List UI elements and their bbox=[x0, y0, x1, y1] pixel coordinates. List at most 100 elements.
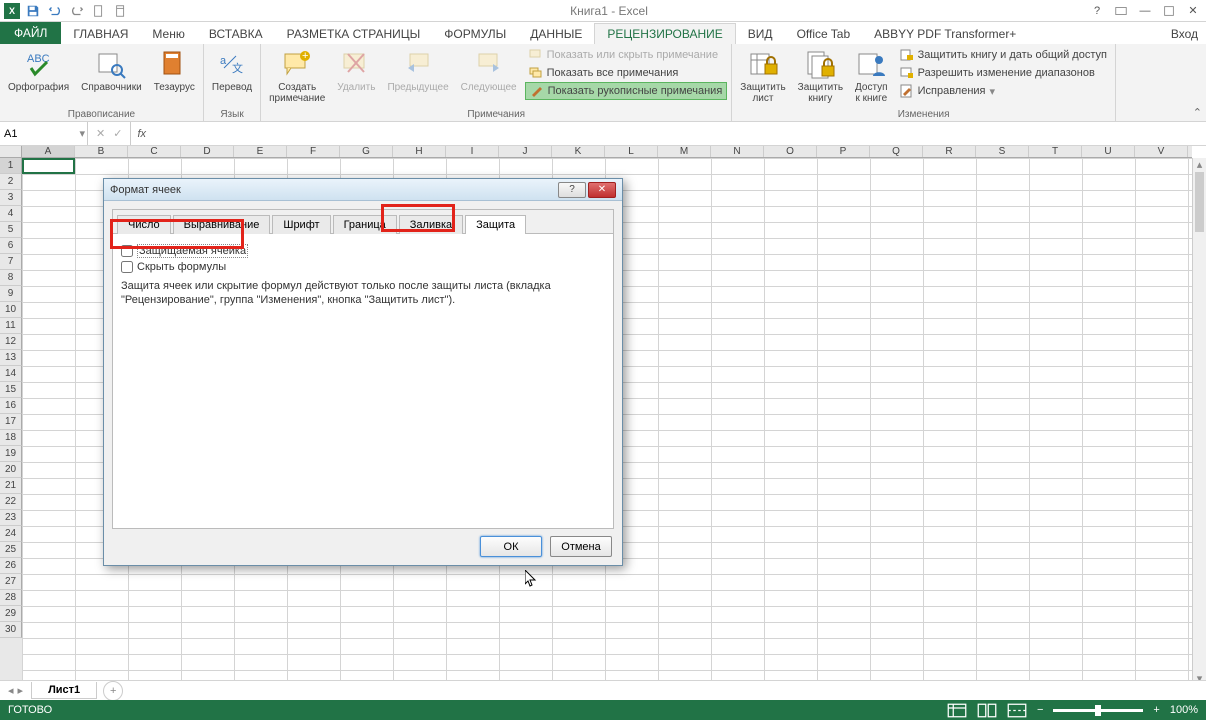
normal-view-icon[interactable] bbox=[947, 702, 967, 718]
protect-workbook-button[interactable]: Защитить книгу bbox=[794, 46, 847, 106]
column-header[interactable]: N bbox=[711, 146, 764, 157]
protect-and-share-button[interactable]: Защитить книгу и дать общий доступ bbox=[896, 46, 1111, 64]
tab-view[interactable]: ВИД bbox=[736, 24, 785, 44]
row-header[interactable]: 18 bbox=[0, 430, 22, 446]
zoom-level[interactable]: 100% bbox=[1170, 704, 1198, 716]
qat-redo-icon[interactable] bbox=[68, 2, 86, 20]
maximize-icon[interactable] bbox=[1160, 2, 1178, 20]
dialog-tab-alignment[interactable]: Выравнивание bbox=[173, 215, 271, 234]
column-header[interactable]: I bbox=[446, 146, 499, 157]
tab-page-layout[interactable]: РАЗМЕТКА СТРАНИЦЫ bbox=[275, 24, 433, 44]
prev-comment-button[interactable]: Предыдущее bbox=[383, 46, 452, 95]
close-icon[interactable]: ✕ bbox=[1184, 2, 1202, 20]
scroll-up-icon[interactable]: ▴ bbox=[1193, 158, 1206, 172]
row-header[interactable]: 6 bbox=[0, 238, 22, 254]
row-header[interactable]: 8 bbox=[0, 270, 22, 286]
column-header[interactable]: J bbox=[499, 146, 552, 157]
row-header[interactable]: 2 bbox=[0, 174, 22, 190]
row-header[interactable]: 13 bbox=[0, 350, 22, 366]
enter-formula-icon[interactable]: ✓ bbox=[113, 127, 122, 140]
locked-checkbox[interactable] bbox=[121, 245, 133, 257]
dialog-tab-number[interactable]: Число bbox=[117, 215, 171, 234]
vscroll-thumb[interactable] bbox=[1195, 172, 1204, 232]
show-hide-comment-button[interactable]: Показать или скрыть примечание bbox=[525, 46, 728, 64]
column-header[interactable]: C bbox=[128, 146, 181, 157]
tab-office-tab[interactable]: Office Tab bbox=[785, 24, 863, 44]
research-button[interactable]: Справочники bbox=[77, 46, 146, 95]
zoom-out-button[interactable]: − bbox=[1037, 704, 1043, 716]
hidden-checkbox[interactable] bbox=[121, 261, 133, 273]
protect-sheet-button[interactable]: Защитить лист bbox=[736, 46, 789, 106]
show-all-comments-button[interactable]: Показать все примечания bbox=[525, 64, 728, 82]
column-header[interactable]: Q bbox=[870, 146, 923, 157]
spelling-button[interactable]: ABC Орфография bbox=[4, 46, 73, 95]
share-workbook-button[interactable]: Доступ к книге bbox=[851, 46, 892, 106]
qat-save-icon[interactable] bbox=[24, 2, 42, 20]
row-header[interactable]: 28 bbox=[0, 590, 22, 606]
sheet-nav-next-icon[interactable]: ▸ bbox=[18, 684, 24, 697]
column-header[interactable]: R bbox=[923, 146, 976, 157]
thesaurus-button[interactable]: Тезаурус bbox=[150, 46, 199, 95]
dialog-tab-protection[interactable]: Защита bbox=[465, 215, 526, 234]
tab-abbyy[interactable]: ABBYY PDF Transformer+ bbox=[862, 24, 1028, 44]
formula-input[interactable] bbox=[152, 122, 1206, 145]
column-header[interactable]: M bbox=[658, 146, 711, 157]
track-changes-button[interactable]: Исправления ▾ bbox=[896, 82, 1111, 100]
column-header[interactable]: D bbox=[181, 146, 234, 157]
ok-button[interactable]: ОК bbox=[480, 536, 542, 557]
row-header[interactable]: 12 bbox=[0, 334, 22, 350]
column-header[interactable]: U bbox=[1082, 146, 1135, 157]
row-header[interactable]: 9 bbox=[0, 286, 22, 302]
row-header[interactable]: 10 bbox=[0, 302, 22, 318]
row-header[interactable]: 27 bbox=[0, 574, 22, 590]
cancel-button[interactable]: Отмена bbox=[550, 536, 612, 557]
tab-review[interactable]: РЕЦЕНЗИРОВАНИЕ bbox=[594, 23, 735, 44]
column-header[interactable]: O bbox=[764, 146, 817, 157]
vertical-scrollbar[interactable]: ▴ ▾ bbox=[1192, 158, 1206, 686]
row-header[interactable]: 11 bbox=[0, 318, 22, 334]
row-header[interactable]: 23 bbox=[0, 510, 22, 526]
column-header[interactable]: S bbox=[976, 146, 1029, 157]
qat-new-icon[interactable] bbox=[90, 2, 108, 20]
column-header[interactable]: H bbox=[393, 146, 446, 157]
column-header[interactable]: F bbox=[287, 146, 340, 157]
column-headers[interactable]: ABCDEFGHIJKLMNOPQRSTUV bbox=[22, 146, 1192, 158]
column-header[interactable]: B bbox=[75, 146, 128, 157]
column-header[interactable]: P bbox=[817, 146, 870, 157]
zoom-in-button[interactable]: + bbox=[1153, 704, 1159, 716]
minimize-icon[interactable]: — bbox=[1136, 2, 1154, 20]
row-header[interactable]: 20 bbox=[0, 462, 22, 478]
tab-menu[interactable]: Меню bbox=[140, 24, 196, 44]
tab-insert[interactable]: ВСТАВКА bbox=[197, 24, 275, 44]
cancel-formula-icon[interactable]: ✕ bbox=[96, 127, 105, 140]
row-header[interactable]: 3 bbox=[0, 190, 22, 206]
column-header[interactable]: K bbox=[552, 146, 605, 157]
new-comment-button[interactable]: + Создать примечание bbox=[265, 46, 329, 106]
name-box-input[interactable] bbox=[4, 128, 64, 140]
row-header[interactable]: 29 bbox=[0, 606, 22, 622]
row-header[interactable]: 22 bbox=[0, 494, 22, 510]
sign-in-link[interactable]: Вход bbox=[1163, 24, 1206, 44]
column-header[interactable]: L bbox=[605, 146, 658, 157]
tab-home[interactable]: ГЛАВНАЯ bbox=[61, 24, 140, 44]
row-header[interactable]: 1 bbox=[0, 158, 22, 174]
column-header[interactable]: E bbox=[234, 146, 287, 157]
row-header[interactable]: 4 bbox=[0, 206, 22, 222]
row-header[interactable]: 5 bbox=[0, 222, 22, 238]
page-layout-view-icon[interactable] bbox=[977, 702, 997, 718]
dialog-titlebar[interactable]: Формат ячеек ? ✕ bbox=[104, 179, 622, 201]
column-header[interactable]: V bbox=[1135, 146, 1188, 157]
row-header[interactable]: 19 bbox=[0, 446, 22, 462]
row-header[interactable]: 21 bbox=[0, 478, 22, 494]
column-header[interactable]: G bbox=[340, 146, 393, 157]
row-header[interactable]: 7 bbox=[0, 254, 22, 270]
delete-comment-button[interactable]: Удалить bbox=[333, 46, 379, 95]
allow-edit-ranges-button[interactable]: Разрешить изменение диапазонов bbox=[896, 64, 1111, 82]
row-header[interactable]: 14 bbox=[0, 366, 22, 382]
row-header[interactable]: 25 bbox=[0, 542, 22, 558]
row-headers[interactable]: 1234567891011121314151617181920212223242… bbox=[0, 158, 22, 686]
row-header[interactable]: 15 bbox=[0, 382, 22, 398]
sheet-nav-prev-icon[interactable]: ◂ bbox=[8, 684, 14, 697]
row-header[interactable]: 24 bbox=[0, 526, 22, 542]
ribbon-display-icon[interactable] bbox=[1112, 2, 1130, 20]
